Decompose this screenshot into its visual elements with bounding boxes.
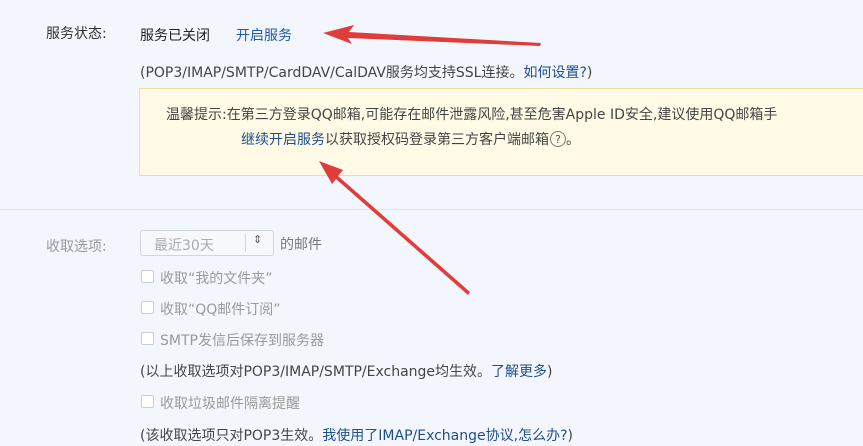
service-status-label: 服务状态: (46, 26, 107, 42)
fetch-note-2: (该收取选项只对POP3生效。我使用了IMAP/Exchange协议,怎么办?) (140, 425, 573, 445)
my-folders-label: 收取“我的文件夹” (160, 271, 273, 287)
fetch-note-1-text: (以上收取选项对POP3/IMAP/SMTP/Exchange均生效。 (140, 364, 492, 380)
select-separator (245, 234, 246, 252)
arrow-to-continue-enable (319, 161, 470, 295)
notice-line-2-text: 以获取授权码登录第三方客户端邮箱 (325, 132, 549, 148)
fetch-range-suffix: 的邮件 (280, 237, 322, 253)
protocols-note-text: (POP3/IMAP/SMTP/CardDAV/CalDAV服务均支持SSL连接… (140, 65, 524, 81)
service-status-value: 服务已关闭 (140, 28, 210, 44)
enable-service-link[interactable]: 开启服务 (236, 25, 292, 45)
continue-enable-service-link[interactable]: 继续开启服务 (241, 132, 325, 148)
qq-subscriptions-checkbox[interactable] (141, 301, 154, 314)
fetch-note-1: (以上收取选项对POP3/IMAP/SMTP/Exchange均生效。了解更多) (140, 361, 553, 381)
howto-setup-link[interactable]: 如何设置? (523, 65, 586, 81)
notice-line-1: 温馨提示:在第三方登录QQ邮箱,可能存在邮件泄露风险,甚至危害Apple ID安… (166, 107, 778, 123)
notice-line-2: 继续开启服务以获取授权码登录第三方客户端邮箱?。 (241, 129, 580, 149)
fetch-note-2-text: (该收取选项只对POP3生效。 (140, 428, 323, 444)
smtp-save-label: SMTP发信后保存到服务器 (160, 333, 324, 349)
qq-subscriptions-label: 收取“QQ邮件订阅” (160, 302, 281, 318)
smtp-save-checkbox[interactable] (141, 332, 154, 345)
section-divider (0, 209, 863, 210)
my-folders-checkbox[interactable] (141, 270, 154, 283)
notice-end-punct: 。 (566, 132, 580, 148)
learn-more-link[interactable]: 了解更多 (491, 364, 547, 380)
protocols-note-end: ) (586, 65, 593, 81)
spam-isolation-label: 收取垃圾邮件隔离提醒 (160, 396, 300, 412)
fetch-note-2-end: ) (567, 428, 573, 444)
fetch-range-select[interactable]: 最近30天 ⇕ (140, 230, 274, 256)
spam-isolation-checkbox[interactable] (141, 395, 154, 408)
fetch-range-value: 最近30天 (154, 238, 214, 254)
select-updown-icon: ⇕ (253, 233, 263, 246)
fetch-options-label: 收取选项: (46, 239, 107, 255)
fetch-note-1-end: ) (547, 364, 553, 380)
help-question-icon[interactable]: ? (550, 131, 566, 147)
protocols-note: (POP3/IMAP/SMTP/CardDAV/CalDAV服务均支持SSL连接… (140, 62, 592, 82)
arrow-to-enable-service (323, 25, 541, 46)
imap-exchange-help-link[interactable]: 我使用了IMAP/Exchange协议,怎么办? (322, 428, 567, 444)
